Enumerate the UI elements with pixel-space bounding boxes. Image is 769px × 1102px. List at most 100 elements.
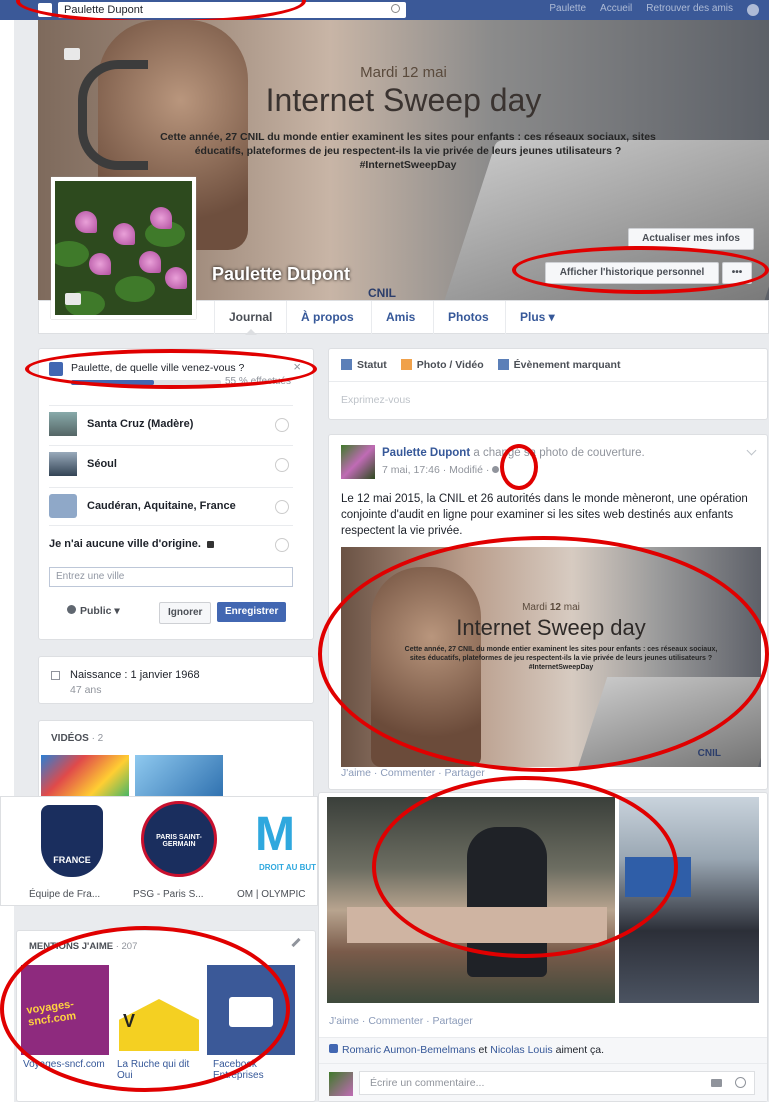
- post-author[interactable]: Paulette Dupont: [382, 447, 470, 459]
- city-option[interactable]: Séoul: [49, 445, 293, 482]
- city-thumbnail: [49, 412, 77, 436]
- friend-requests-icon[interactable]: [747, 4, 759, 16]
- like-label[interactable]: Voyages-sncf.com: [23, 1059, 109, 1070]
- radio-button[interactable]: [275, 418, 289, 432]
- city-option[interactable]: Santa Cruz (Madère): [49, 405, 293, 442]
- city-question-row: Paulette, de quelle ville venez-vous ? ×…: [49, 359, 301, 389]
- post-avatar[interactable]: [341, 445, 375, 479]
- more-options-button[interactable]: •••: [722, 262, 752, 284]
- camera-icon[interactable]: [711, 1079, 722, 1087]
- top-bar: Paulette Dupont Paulette Accueil Retrouv…: [0, 0, 769, 20]
- search-input[interactable]: Paulette Dupont: [58, 2, 406, 18]
- tab-photos[interactable]: Photos: [433, 301, 503, 334]
- page-tile[interactable]: FRANCE: [27, 797, 119, 883]
- globe-icon: [67, 605, 76, 614]
- cover-title: Internet Sweep day: [265, 82, 542, 118]
- city-option[interactable]: Je n'ai aucune ville d'origine.: [49, 525, 293, 562]
- post-card: Paulette Dupont a changé sa photo de cou…: [328, 434, 768, 790]
- tab-more[interactable]: Plus ▾: [505, 301, 569, 334]
- birthday-card: Naissance : 1 janvier 1968 47 ans: [38, 656, 314, 704]
- city-input[interactable]: Entrez une ville: [49, 567, 293, 587]
- profile-picture[interactable]: [51, 177, 196, 319]
- tab-photo-video[interactable]: Photo / Vidéo: [400, 359, 484, 371]
- post-text: Le 12 mai 2015, la CNIL et 26 autorités …: [341, 493, 748, 537]
- globe-icon: [492, 466, 500, 473]
- page-tile[interactable]: PARIS SAINT-GERMAIN: [131, 797, 223, 883]
- page-tile[interactable]: M DROIT AU BUT: [233, 797, 319, 883]
- privacy-selector[interactable]: Public ▾: [67, 605, 120, 617]
- tab-life-event[interactable]: Évènement marquant: [497, 359, 620, 371]
- city-option[interactable]: Caudéran, Aquitaine, France: [49, 487, 293, 524]
- market-photo[interactable]: [327, 797, 615, 1003]
- post-image[interactable]: Mardi 12 mai Internet Sweep day Cette an…: [341, 547, 761, 767]
- bus-shape: [625, 857, 691, 897]
- video-thumbnail[interactable]: [135, 755, 223, 801]
- tab-friends[interactable]: Amis: [371, 301, 429, 334]
- video-thumbnail[interactable]: [41, 755, 129, 801]
- page-label[interactable]: Équipe de Fra...: [29, 889, 100, 900]
- tab-about[interactable]: À propos: [286, 301, 368, 334]
- search-icon[interactable]: [391, 4, 400, 13]
- page-label[interactable]: OM | OLYMPIC: [237, 889, 306, 900]
- radio-button[interactable]: [275, 500, 289, 514]
- activity-log-button[interactable]: Afficher l'historique personnel: [545, 262, 719, 284]
- likes-card: MENTIONS J'AIME · 207 voyages-sncf.com V…: [16, 930, 316, 1102]
- tab-timeline[interactable]: Journal: [214, 301, 286, 335]
- like-label[interactable]: La Ruche qui dit Oui: [117, 1059, 203, 1081]
- profile-name[interactable]: Paulette Dupont: [212, 264, 350, 285]
- tab-status[interactable]: Statut: [341, 359, 387, 371]
- like-label[interactable]: Facebook Entreprises: [213, 1059, 299, 1081]
- edit-icon[interactable]: [291, 937, 301, 948]
- close-icon[interactable]: ×: [293, 359, 301, 374]
- image-cnil-mark: CNIL: [697, 748, 721, 759]
- top-nav: Paulette Accueil Retrouver des amis: [549, 3, 733, 14]
- person-back: [467, 827, 547, 977]
- facebook-logo-icon[interactable]: [38, 3, 52, 17]
- likes-summary: Romaric Aumon-Bemelmans et Nicolas Louis…: [319, 1037, 767, 1063]
- cover-text: Cette année, 27 CNIL du monde entier exa…: [160, 131, 656, 171]
- update-info-button[interactable]: Actualiser mes infos: [628, 228, 754, 250]
- city-question: Paulette, de quelle ville venez-vous ?: [71, 362, 245, 374]
- videos-title: VIDÉOS · 2: [51, 733, 104, 744]
- birth-date: Naissance : 1 janvier 1968: [70, 669, 200, 681]
- cnil-mark: CNIL: [368, 286, 396, 300]
- image-date: Mardi 12 mai: [522, 602, 580, 613]
- cover-date: Mardi 12 mai: [360, 64, 447, 81]
- camera-icon[interactable]: [65, 293, 81, 305]
- image-title: Internet Sweep day: [456, 615, 646, 640]
- crowd-photo[interactable]: [619, 797, 759, 1003]
- nav-find-friends[interactable]: Retrouver des amis: [646, 3, 733, 14]
- nav-home[interactable]: Accueil: [600, 3, 632, 14]
- photo-icon: [400, 359, 412, 370]
- likes-title: MENTIONS J'AIME · 207: [29, 941, 138, 952]
- thumbs-up-icon: [329, 1044, 338, 1053]
- voyages-logo: voyages-sncf.com: [25, 998, 77, 1029]
- photo-post-card: J'aime · Commenter · Partager Romaric Au…: [318, 792, 768, 1102]
- location-pin-icon: [49, 494, 77, 518]
- emoji-icon[interactable]: [735, 1077, 746, 1088]
- ignore-button[interactable]: Ignorer: [159, 602, 212, 624]
- like-tile[interactable]: voyages-sncf.com: [21, 965, 109, 1055]
- post-actions[interactable]: J'aime · Commenter · Partager: [329, 1015, 473, 1027]
- city-prompt-card: Paulette, de quelle ville venez-vous ? ×…: [38, 348, 314, 640]
- comment-input[interactable]: Écrire un commentaire...: [359, 1071, 755, 1095]
- save-button[interactable]: Enregistrer: [217, 602, 287, 622]
- radio-button[interactable]: [275, 458, 289, 472]
- post-actions[interactable]: J'aime · Commenter · Partager: [341, 767, 485, 779]
- page-label[interactable]: PSG - Paris S...: [133, 889, 204, 900]
- pages-strip: FRANCE PARIS SAINT-GERMAIN M DROIT AU BU…: [0, 796, 318, 906]
- post-time[interactable]: 7 mai, 17:46 · Modifié ·: [382, 464, 500, 476]
- camera-icon[interactable]: [64, 48, 80, 60]
- radio-button[interactable]: [275, 538, 289, 552]
- psg-logo: PARIS SAINT-GERMAIN: [141, 801, 217, 877]
- age: 47 ans: [70, 684, 102, 696]
- composer-input[interactable]: Exprimez-vous: [329, 381, 767, 419]
- post-header: Paulette Dupont a changé sa photo de cou…: [382, 447, 752, 459]
- like-tile[interactable]: V: [115, 965, 203, 1055]
- briefcase-icon: [229, 997, 273, 1027]
- progress-fill: [71, 380, 154, 385]
- like-tile[interactable]: [207, 965, 295, 1055]
- nav-profile[interactable]: Paulette: [549, 3, 586, 14]
- progress-track: [71, 380, 221, 385]
- post-action: a changé sa photo de couverture.: [470, 447, 645, 459]
